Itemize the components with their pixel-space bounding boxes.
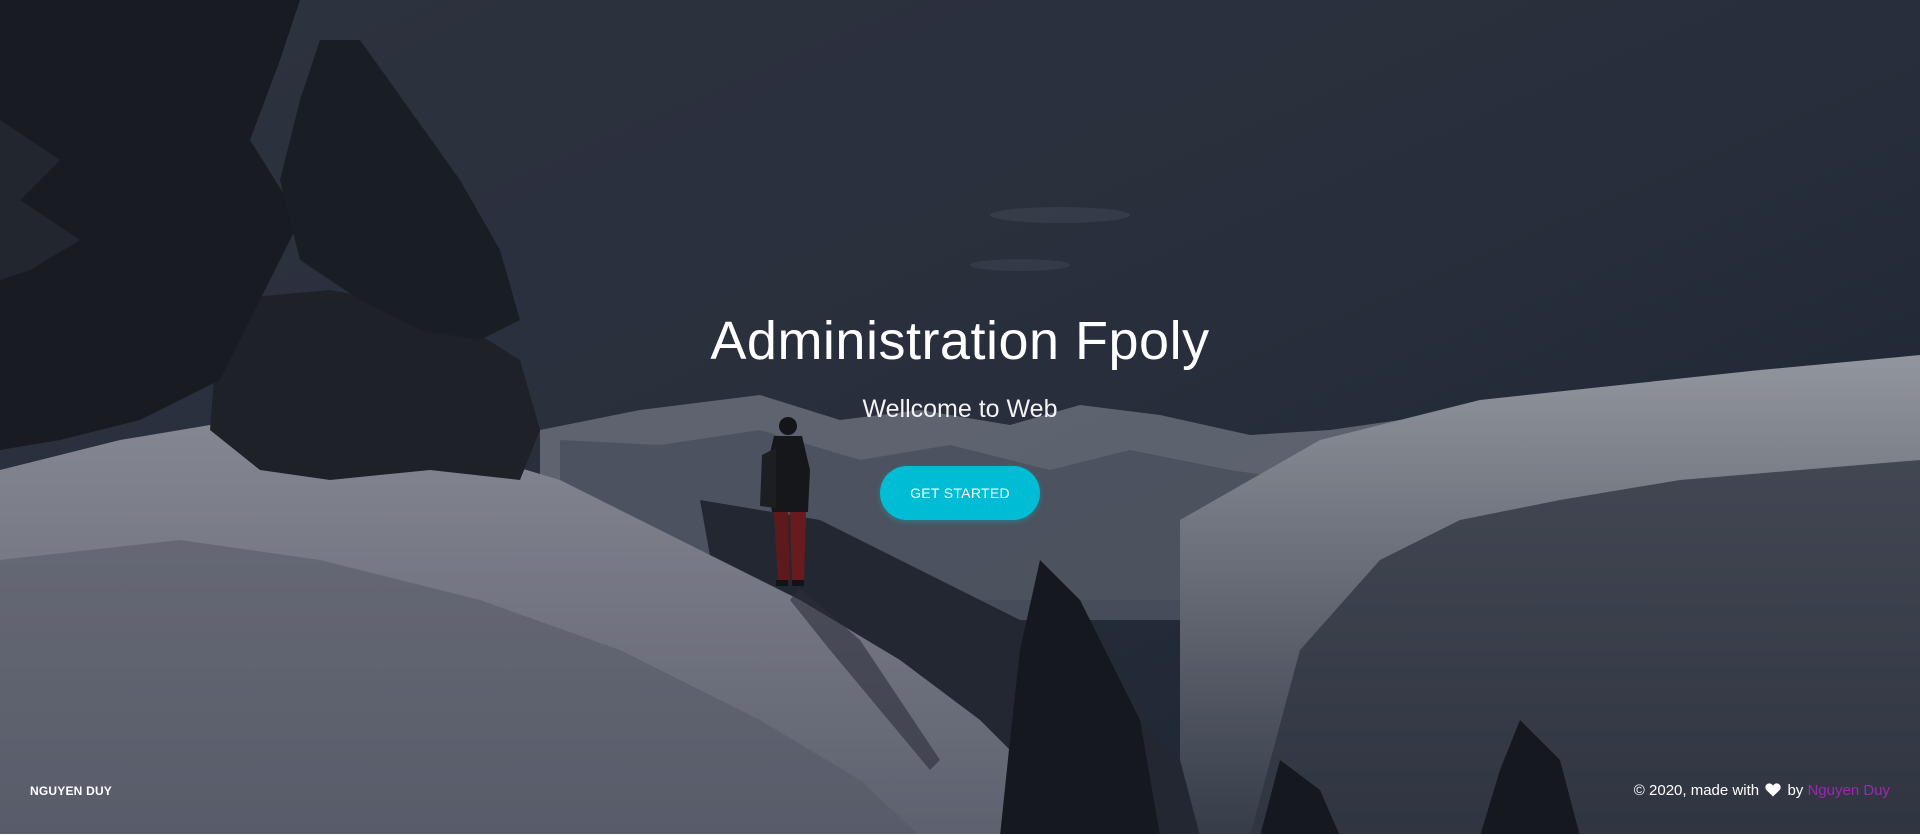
author-link[interactable]: Nguyen Duy	[1807, 782, 1890, 799]
hero-title: Administration Fpoly	[710, 311, 1210, 371]
hero-subtitle: Wellcome to Web	[862, 395, 1058, 423]
get-started-button[interactable]: GET STARTED	[880, 466, 1040, 520]
heart-icon	[1765, 778, 1781, 808]
landing-page: Administration Fpoly Wellcome to Web GET…	[0, 0, 1920, 836]
footer-copyright: © 2020, made with by Nguyen Duy	[1634, 776, 1890, 808]
footer: NGUYEN DUY © 2020, made with by Nguyen D…	[0, 776, 1920, 806]
copyright-text: © 2020, made with	[1633, 782, 1760, 799]
copyright-by-text: by	[1787, 782, 1804, 799]
footer-brand-link[interactable]: NGUYEN DUY	[30, 776, 112, 806]
